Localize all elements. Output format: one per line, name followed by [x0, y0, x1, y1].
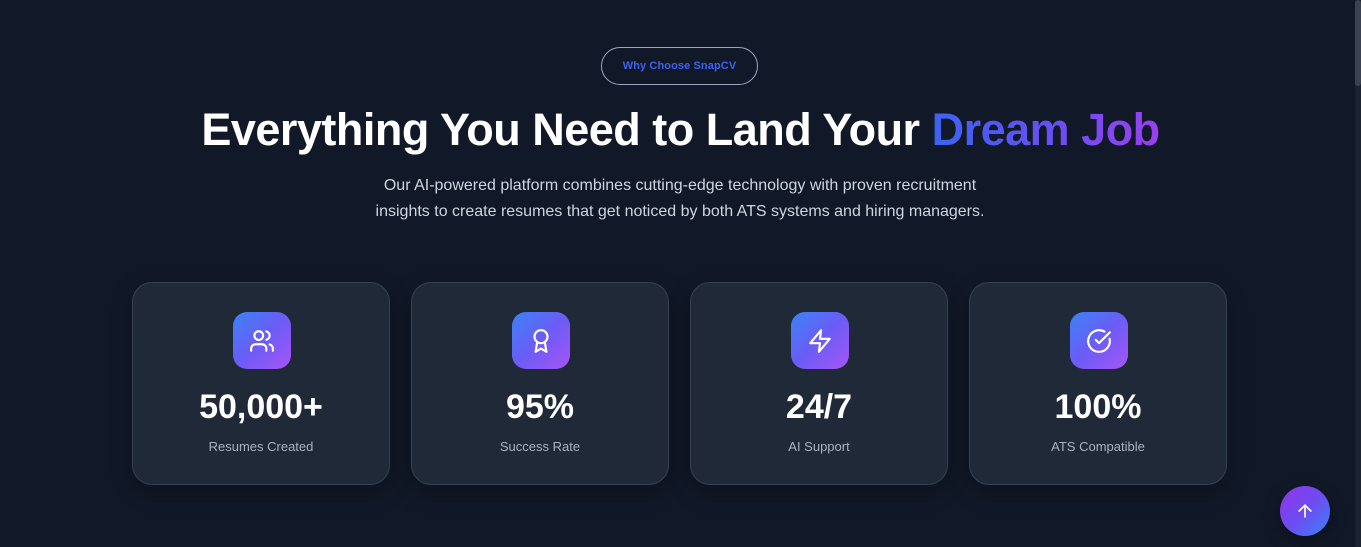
headline-main-text: Everything You Need to Land Your	[201, 104, 920, 155]
stat-card-resumes: 50,000+ Resumes Created	[132, 282, 390, 485]
stat-card-ai-support: 24/7 AI Support	[690, 282, 948, 485]
headline-highlight-text: Dream Job	[931, 104, 1161, 155]
page-scrollbar[interactable]	[1355, 0, 1361, 547]
stat-card-ats-compatible: 100% ATS Compatible	[969, 282, 1227, 485]
section-headline: Everything You Need to Land Your Dream J…	[0, 100, 1361, 160]
stats-grid: 50,000+ Resumes Created 95% Success Rate…	[132, 282, 1227, 485]
stat-value: 50,000+	[199, 388, 323, 426]
scroll-to-top-button[interactable]	[1280, 486, 1330, 536]
award-icon	[512, 312, 570, 369]
subtitle-line-1: Our AI-powered platform combines cutting…	[383, 177, 977, 194]
stat-label: ATS Compatible	[1051, 439, 1145, 454]
subtitle-line-2: insights to create resumes that get noti…	[375, 203, 985, 220]
stat-value: 95%	[505, 388, 575, 426]
lightning-icon	[791, 312, 849, 369]
stat-label: Resumes Created	[208, 439, 314, 454]
arrow-up-icon	[1298, 504, 1312, 518]
section-subtitle: Our AI-powered platform combines cutting…	[330, 173, 1030, 225]
scrollbar-thumb[interactable]	[1355, 0, 1361, 86]
stat-label: AI Support	[788, 439, 850, 454]
check-circle-icon	[1070, 312, 1128, 369]
stat-value: 100%	[1054, 388, 1142, 426]
why-choose-badge[interactable]: Why Choose SnapCV	[601, 47, 758, 85]
stat-label: Success Rate	[499, 439, 581, 454]
stat-value: 24/7	[785, 388, 853, 426]
users-icon	[233, 312, 291, 369]
stat-card-success-rate: 95% Success Rate	[411, 282, 669, 485]
